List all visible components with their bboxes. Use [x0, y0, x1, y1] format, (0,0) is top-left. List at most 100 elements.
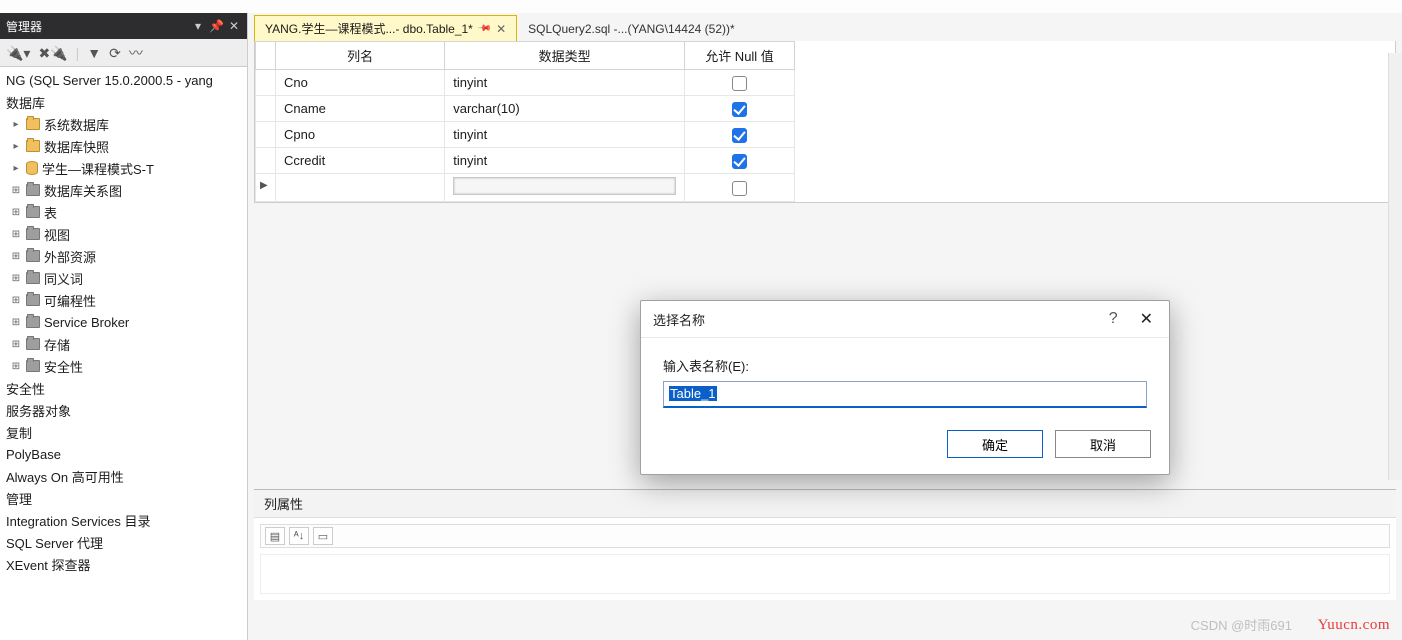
- expand-icon[interactable]: ⊞: [10, 185, 22, 196]
- checkbox-icon[interactable]: [732, 128, 747, 143]
- cell-data-type[interactable]: tinyint: [445, 148, 685, 174]
- refresh-icon[interactable]: ⟳: [109, 46, 121, 60]
- cell-data-type[interactable]: tinyint: [445, 70, 685, 96]
- expand-icon[interactable]: ⊞: [10, 317, 22, 328]
- expand-icon[interactable]: ⊞: [10, 339, 22, 350]
- tree-node[interactable]: ⊞数据库关系图: [0, 179, 247, 201]
- server-node[interactable]: NG (SQL Server 15.0.2000.5 - yang: [0, 69, 247, 91]
- cell-column-name[interactable]: Cno: [276, 70, 445, 96]
- folder-icon: [26, 140, 40, 152]
- cell-allow-null[interactable]: [685, 122, 795, 148]
- cell-data-type[interactable]: [445, 174, 685, 202]
- current-row-icon: ▶: [260, 180, 268, 191]
- pin-icon[interactable]: 📌: [477, 21, 493, 37]
- checkbox-icon[interactable]: [732, 154, 747, 169]
- table-row[interactable]: Cnamevarchar(10): [256, 96, 795, 122]
- tree-node-database[interactable]: ▸ 学生—课程模式S-T: [0, 157, 247, 179]
- tree-node[interactable]: PolyBase: [0, 443, 247, 465]
- tree-node[interactable]: ⊞可编程性: [0, 289, 247, 311]
- row-selector[interactable]: [256, 96, 276, 122]
- tree-node[interactable]: 复制: [0, 421, 247, 443]
- cell-column-name[interactable]: Cname: [276, 96, 445, 122]
- table-row-new[interactable]: ▶: [256, 174, 795, 202]
- tree-node[interactable]: ⊞表: [0, 201, 247, 223]
- tree-node[interactable]: 管理: [0, 487, 247, 509]
- object-explorer-tree[interactable]: NG (SQL Server 15.0.2000.5 - yang 数据库 ▸ …: [0, 67, 247, 640]
- filter-icon[interactable]: ▼: [87, 46, 101, 60]
- tree-node[interactable]: Always On 高可用性: [0, 465, 247, 487]
- tree-node[interactable]: SQL Server 代理: [0, 531, 247, 553]
- cell-column-name[interactable]: [276, 174, 445, 202]
- tree-node[interactable]: ⊞Service Broker: [0, 311, 247, 333]
- table-row[interactable]: Cpnotinyint: [256, 122, 795, 148]
- databases-node[interactable]: 数据库: [0, 91, 247, 113]
- categorized-icon[interactable]: ▤: [265, 527, 285, 545]
- columns-grid[interactable]: 列名 数据类型 允许 Null 值 CnotinyintCnamevarchar…: [255, 41, 795, 202]
- expand-icon[interactable]: ▸: [10, 141, 22, 152]
- activity-icon[interactable]: 〰: [129, 46, 143, 60]
- checkbox-icon[interactable]: [732, 181, 747, 196]
- vertical-scrollbar[interactable]: [1388, 53, 1402, 480]
- properties-body[interactable]: [260, 554, 1390, 594]
- dialog-titlebar[interactable]: 选择名称 ? ✕: [641, 301, 1169, 338]
- tab-table-designer[interactable]: YANG.学生—课程模式...- dbo.Table_1* 📌 ✕: [254, 15, 517, 41]
- folder-icon: [26, 316, 40, 328]
- connect-icon[interactable]: 🔌▾: [6, 46, 30, 60]
- tree-node[interactable]: 安全性: [0, 377, 247, 399]
- close-icon[interactable]: ✕: [496, 22, 506, 36]
- tree-node[interactable]: ⊞存储: [0, 333, 247, 355]
- table-row[interactable]: Cnotinyint: [256, 70, 795, 96]
- alphabetical-icon[interactable]: ᴬ↓: [289, 527, 309, 545]
- column-properties-panel: 列属性 ▤ ᴬ↓ ▭: [254, 489, 1396, 600]
- document-tabs: YANG.学生—课程模式...- dbo.Table_1* 📌 ✕ SQLQue…: [254, 15, 1396, 41]
- tree-node[interactable]: ⊞视图: [0, 223, 247, 245]
- table-name-input[interactable]: Table_1: [663, 381, 1147, 408]
- row-selector[interactable]: ▶: [256, 174, 276, 202]
- disconnect-icon[interactable]: ✖🔌: [38, 46, 67, 60]
- ok-button[interactable]: 确定: [947, 430, 1043, 458]
- expand-icon[interactable]: ⊞: [10, 251, 22, 262]
- help-icon[interactable]: ?: [1109, 310, 1118, 328]
- tree-node[interactable]: ▸ 数据库快照: [0, 135, 247, 157]
- cell-column-name[interactable]: Cpno: [276, 122, 445, 148]
- dropdown-icon[interactable]: ▾: [191, 19, 205, 33]
- expand-icon[interactable]: ⊞: [10, 361, 22, 372]
- cell-allow-null[interactable]: [685, 96, 795, 122]
- cancel-button[interactable]: 取消: [1055, 430, 1151, 458]
- close-icon[interactable]: ✕: [227, 19, 241, 33]
- tree-node[interactable]: XEvent 探查器: [0, 553, 247, 575]
- row-selector[interactable]: [256, 70, 276, 96]
- cell-data-type[interactable]: varchar(10): [445, 96, 685, 122]
- pin-icon[interactable]: 📌: [209, 19, 223, 33]
- object-explorer-header: 管理器 ▾ 📌 ✕: [0, 13, 247, 39]
- tab-sql-query[interactable]: SQLQuery2.sql -...(YANG\14424 (52))*: [517, 15, 746, 41]
- header-column-name: 列名: [276, 42, 445, 70]
- cell-column-name[interactable]: Ccredit: [276, 148, 445, 174]
- expand-icon[interactable]: ▸: [10, 119, 22, 130]
- folder-icon: [26, 360, 40, 372]
- checkbox-icon[interactable]: [732, 102, 747, 117]
- cell-allow-null[interactable]: [685, 148, 795, 174]
- row-header-blank: [256, 42, 276, 70]
- expand-icon[interactable]: ⊞: [10, 295, 22, 306]
- expand-icon[interactable]: ▸: [10, 163, 22, 174]
- table-row[interactable]: Ccredittinyint: [256, 148, 795, 174]
- expand-icon[interactable]: ⊞: [10, 229, 22, 240]
- tree-node[interactable]: ⊞安全性: [0, 355, 247, 377]
- tree-node[interactable]: Integration Services 目录: [0, 509, 247, 531]
- cell-allow-null[interactable]: [685, 70, 795, 96]
- expand-icon[interactable]: ⊞: [10, 273, 22, 284]
- tree-node[interactable]: 服务器对象: [0, 399, 247, 421]
- tree-node[interactable]: ⊞同义词: [0, 267, 247, 289]
- cell-data-type[interactable]: tinyint: [445, 122, 685, 148]
- cell-allow-null[interactable]: [685, 174, 795, 202]
- tree-node[interactable]: ⊞外部资源: [0, 245, 247, 267]
- close-icon[interactable]: ✕: [1136, 309, 1157, 329]
- expand-icon[interactable]: ⊞: [10, 207, 22, 218]
- row-selector[interactable]: [256, 122, 276, 148]
- checkbox-icon[interactable]: [732, 76, 747, 91]
- properties-pages-icon[interactable]: ▭: [313, 527, 333, 545]
- tree-node[interactable]: ▸ 系统数据库: [0, 113, 247, 135]
- column-properties-title: 列属性: [254, 490, 1396, 518]
- row-selector[interactable]: [256, 148, 276, 174]
